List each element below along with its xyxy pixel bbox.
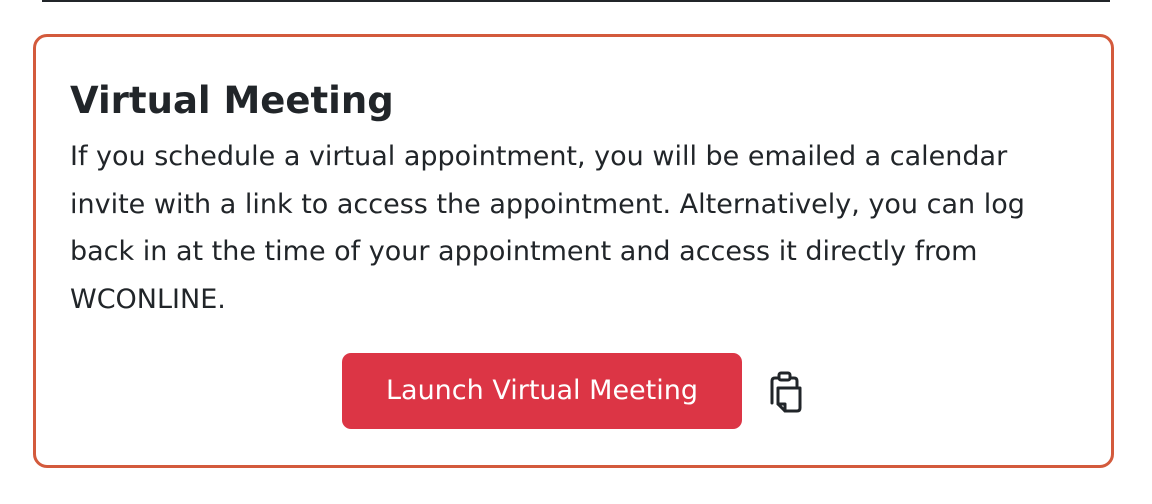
top-divider [42,0,1110,2]
clipboard-copy-icon[interactable] [764,370,806,414]
card-title: Virtual Meeting [70,79,394,122]
card-description: If you schedule a virtual appointment, y… [70,141,1025,315]
virtual-meeting-card: Virtual Meeting If you schedule a virtua… [33,34,1114,468]
launch-virtual-meeting-button[interactable]: Launch Virtual Meeting [342,353,742,429]
